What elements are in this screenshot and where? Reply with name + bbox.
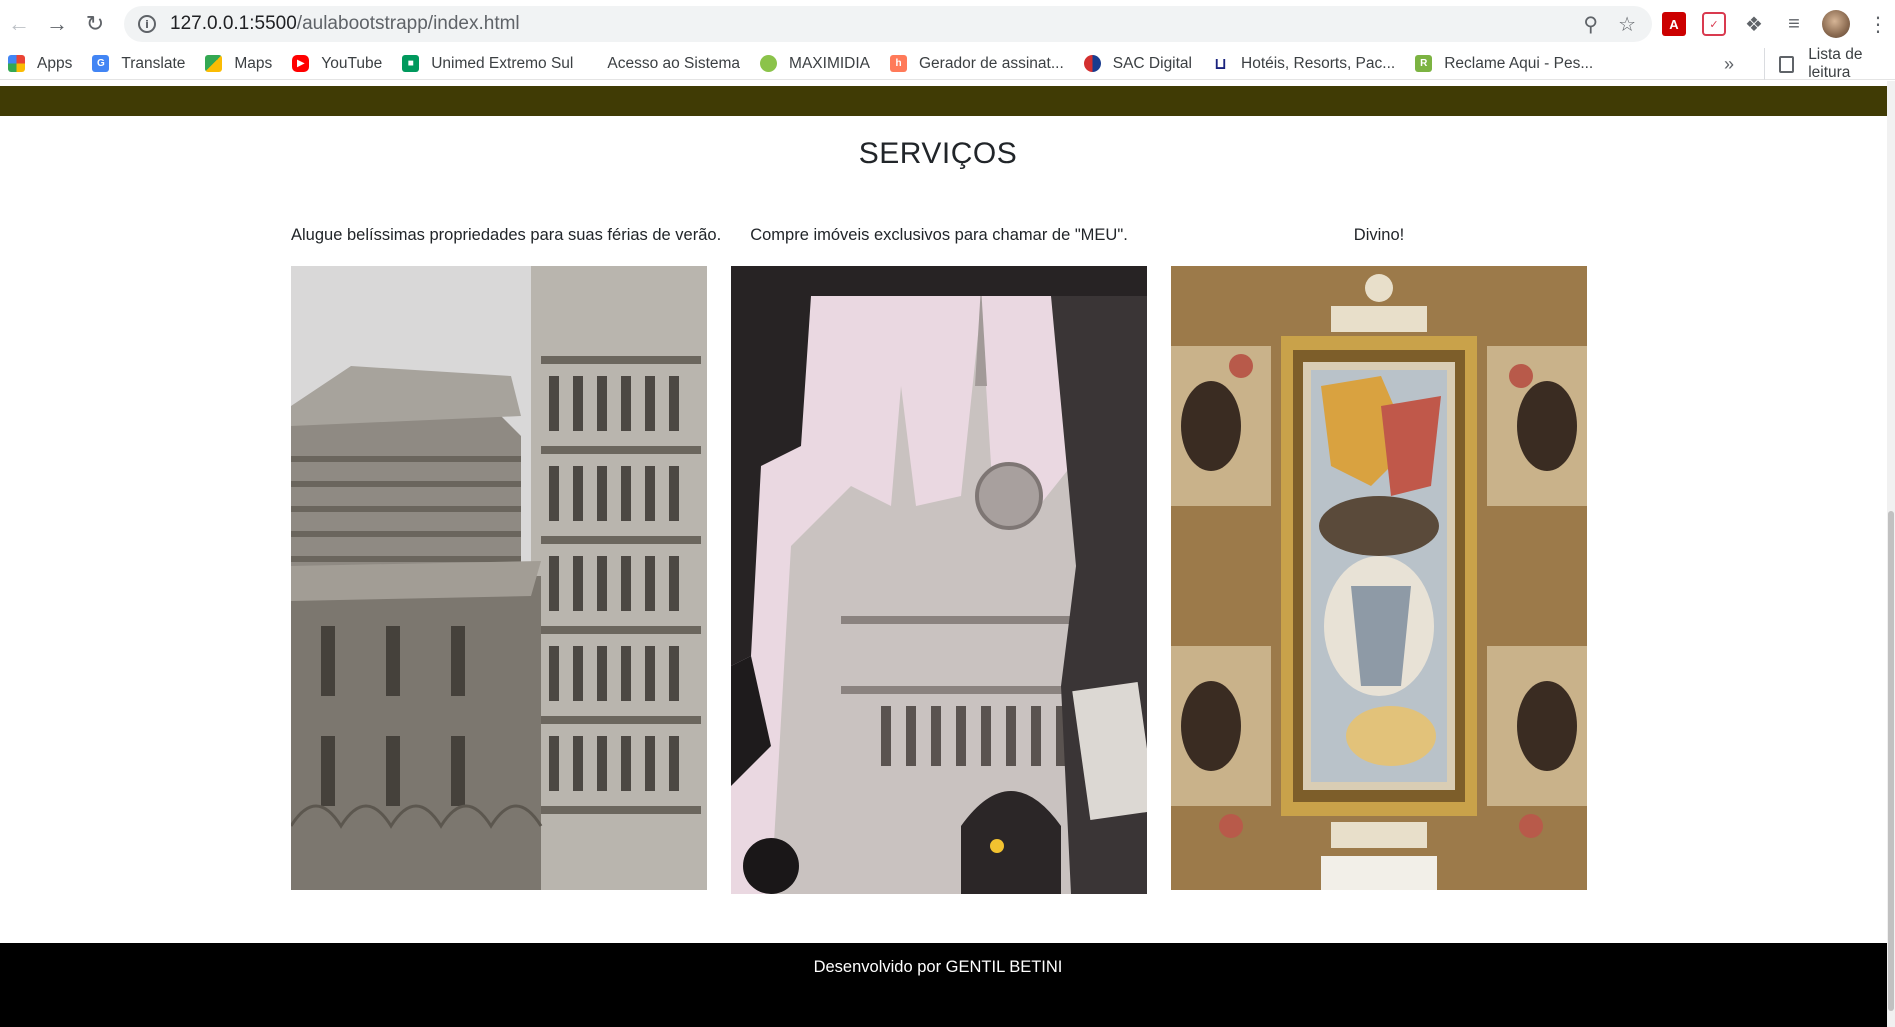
bookmark-apps[interactable]: Apps (0, 50, 82, 78)
adobe-pdf-extension-icon[interactable]: A (1662, 12, 1686, 36)
bookmark-maximidia[interactable]: MAXIMIDIA (750, 50, 880, 78)
scrollbar-thumb[interactable] (1888, 511, 1894, 1011)
google-translate-icon: G (92, 55, 110, 72)
page-scrollbar[interactable] (1887, 81, 1895, 1027)
address-bar[interactable]: i 127.0.0.1:5500/aulabootstrapp/index.ht… (124, 6, 1652, 42)
card-caption: Divino! (1353, 226, 1405, 244)
bookmarks-bar: Apps G Translate Maps ▶ YouTube ■ Unimed… (0, 46, 1895, 81)
maximidia-icon (760, 55, 778, 72)
pocket-extension-icon[interactable]: ✓ (1702, 12, 1726, 36)
youtube-icon: ▶ (292, 55, 310, 72)
bookmark-gerador-assinatura[interactable]: h Gerador de assinat... (880, 50, 1074, 78)
sac-digital-icon (1083, 55, 1101, 72)
bookmark-translate[interactable]: G Translate (82, 50, 195, 78)
zoom-icon[interactable]: ⚲ (1583, 12, 1598, 37)
bookmark-label: Hotéis, Resorts, Pac... (1241, 54, 1396, 72)
service-card-rent: Alugue belíssimas propriedades para suas… (291, 226, 722, 890)
forward-arrow-icon[interactable]: → (38, 5, 76, 43)
bookmark-label: SAC Digital (1112, 54, 1192, 72)
service-card-buy: Compre imóveis exclusivos para chamar de… (731, 226, 1147, 894)
baroque-ceiling-fresco-photo (1171, 266, 1587, 890)
bookmark-label: Unimed Extremo Sul (431, 54, 574, 72)
reading-list-button[interactable]: Lista de leitura (1764, 46, 1895, 81)
bookmarks-overflow-chevron-icon[interactable]: » (1724, 48, 1734, 80)
card-caption: Compre imóveis exclusivos para chamar de… (750, 226, 1128, 244)
chrome-menu-icon[interactable]: ⋮ (1866, 12, 1890, 36)
bookmark-acesso-sistema[interactable]: Acesso ao Sistema (583, 50, 750, 78)
media-control-icon[interactable]: ≡ (1782, 12, 1806, 36)
browser-toolbar: ← → ↻ i 127.0.0.1:5500/aulabootstrapp/in… (0, 0, 1895, 48)
bookmark-reclame-aqui[interactable]: R Reclame Aqui - Pes... (1405, 50, 1603, 78)
extensions-puzzle-icon[interactable]: ❖ (1742, 12, 1766, 36)
pisa-cathedral-tower-photo (291, 266, 707, 890)
service-card-divine: Divino! (1171, 226, 1587, 890)
bookmark-label: Gerador de assinat... (919, 54, 1064, 72)
bookmark-label: YouTube (321, 54, 383, 72)
reclame-aqui-icon: R (1415, 55, 1433, 72)
page-footer: Desenvolvido por GENTIL BETINI (0, 943, 1887, 1027)
hubspot-icon: h (890, 55, 907, 72)
bookmark-label: MAXIMIDIA (789, 54, 870, 72)
bookmark-label: Maps (234, 54, 273, 72)
reload-icon[interactable]: ↻ (76, 5, 114, 43)
footer-credit: Desenvolvido por GENTIL BETINI (813, 958, 1063, 976)
card-caption: Alugue belíssimas propriedades para suas… (291, 226, 722, 244)
profile-avatar[interactable] (1822, 10, 1850, 38)
section-title: SERVIÇOS (858, 137, 1018, 170)
google-maps-icon (205, 55, 223, 72)
bookmark-label: Apps (37, 54, 73, 72)
bookmark-label: Acesso ao Sistema (607, 54, 741, 72)
url-host: 127.0.0.1:5500 (170, 13, 297, 34)
bookmark-youtube[interactable]: ▶ YouTube (282, 50, 392, 78)
unimed-icon: ■ (402, 55, 420, 72)
url-text[interactable]: 127.0.0.1:5500/aulabootstrapp/index.html (170, 13, 520, 35)
bookmark-maps[interactable]: Maps (195, 50, 282, 78)
reading-list-label: Lista de leitura (1808, 46, 1863, 81)
back-arrow-icon[interactable]: ← (0, 5, 38, 43)
bookmark-label: Translate (121, 54, 186, 72)
bookmark-star-icon[interactable]: ☆ (1618, 12, 1636, 37)
bookmark-sac-digital[interactable]: SAC Digital (1074, 50, 1202, 78)
bookmark-hoteis[interactable]: ⊔ Hotéis, Resorts, Pac... (1202, 50, 1405, 78)
url-path: /aulabootstrapp/index.html (296, 13, 520, 34)
header-band (0, 86, 1887, 116)
bookmark-label: Reclame Aqui - Pes... (1444, 54, 1594, 72)
hotel-icon: ⊔ (1212, 55, 1229, 73)
bookmark-unimed[interactable]: ■ Unimed Extremo Sul (392, 50, 583, 78)
apps-grid-icon (8, 55, 25, 72)
site-info-icon[interactable]: i (138, 15, 156, 33)
page-viewport: SERVIÇOS Alugue belíssimas propriedades … (0, 81, 1895, 1027)
royal-courts-of-justice-photo (731, 266, 1147, 894)
reading-list-icon (1779, 55, 1795, 73)
